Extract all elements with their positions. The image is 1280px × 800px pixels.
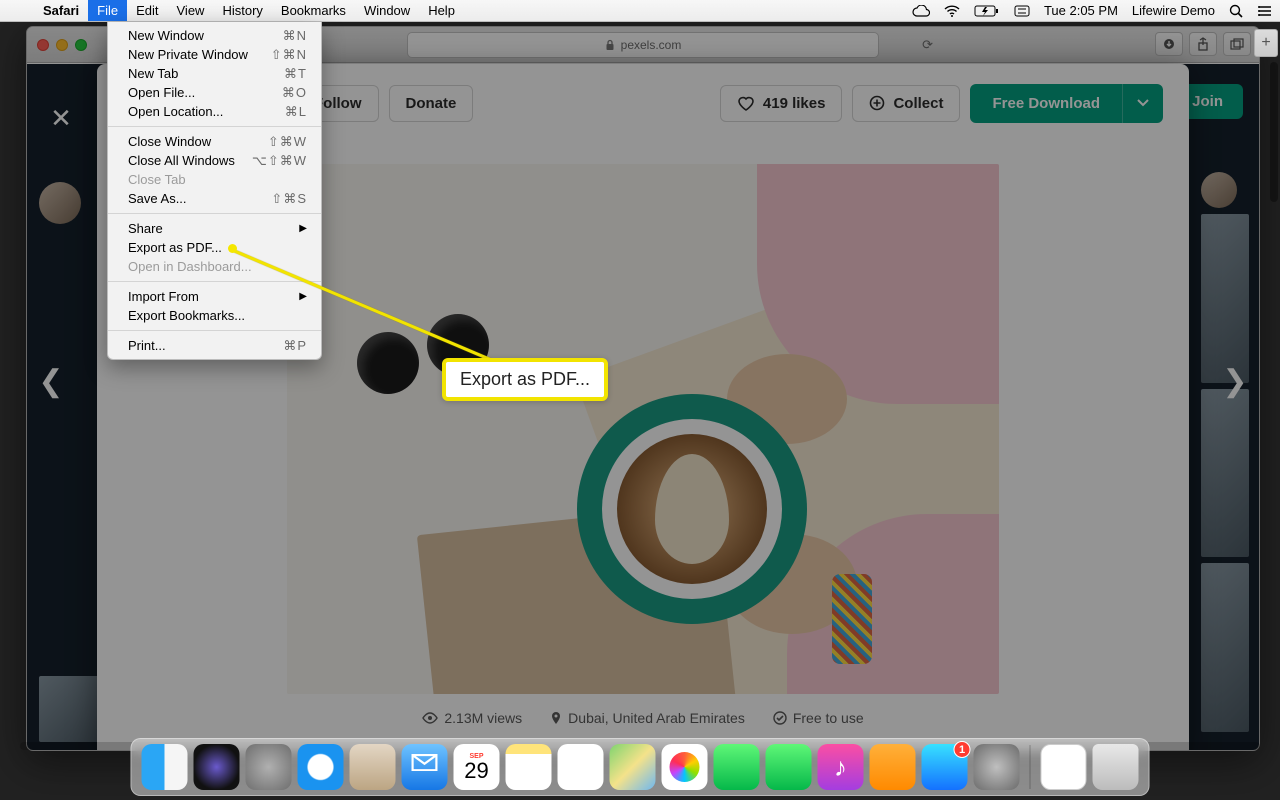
close-lightbox-button[interactable]: ✕ bbox=[43, 100, 79, 136]
menu-item-open-location[interactable]: Open Location...⌘L bbox=[108, 102, 321, 121]
notification-center-icon[interactable] bbox=[1250, 0, 1280, 21]
dock-calendar-icon[interactable]: SEP29 bbox=[454, 744, 500, 790]
list-item[interactable] bbox=[1201, 214, 1249, 383]
dock-launchpad-icon[interactable] bbox=[246, 744, 292, 790]
menu-bookmarks[interactable]: Bookmarks bbox=[272, 0, 355, 21]
list-item[interactable] bbox=[1201, 563, 1249, 732]
avatar[interactable] bbox=[1201, 172, 1237, 208]
menu-item-share[interactable]: Share▶ bbox=[108, 219, 321, 238]
submenu-arrow-icon: ▶ bbox=[299, 291, 307, 302]
dock-separator bbox=[1030, 745, 1031, 789]
vertical-scrollbar[interactable] bbox=[1270, 62, 1278, 202]
main-photo[interactable] bbox=[287, 164, 999, 694]
chevron-down-icon bbox=[1137, 99, 1149, 107]
new-tab-button[interactable]: + bbox=[1254, 29, 1278, 57]
download-options-button[interactable] bbox=[1122, 84, 1163, 123]
window-minimize-button[interactable] bbox=[56, 39, 68, 51]
dock-finder-icon[interactable] bbox=[142, 744, 188, 790]
window-close-button[interactable] bbox=[37, 39, 49, 51]
menu-view[interactable]: View bbox=[168, 0, 214, 21]
eye-icon bbox=[422, 712, 438, 724]
thumbnail-strip-left bbox=[39, 182, 101, 742]
macos-dock: SEP29 ♪ 1 bbox=[131, 738, 1150, 796]
annotation-anchor-dot bbox=[228, 244, 237, 253]
window-zoom-button[interactable] bbox=[75, 39, 87, 51]
dock-facetime-icon[interactable] bbox=[766, 744, 812, 790]
collect-button[interactable]: Collect bbox=[852, 85, 960, 122]
user-name[interactable]: Lifewire Demo bbox=[1125, 0, 1222, 21]
creative-cloud-icon[interactable] bbox=[905, 0, 937, 21]
thumbnail-strip-right bbox=[1201, 172, 1249, 732]
donate-button[interactable]: Donate bbox=[389, 85, 474, 122]
dock-appstore-icon[interactable]: 1 bbox=[922, 744, 968, 790]
photo-meta: 2.13M views Dubai, United Arab Emirates … bbox=[97, 710, 1189, 726]
menu-item-new-window[interactable]: New Window⌘N bbox=[108, 26, 321, 45]
lock-icon bbox=[605, 39, 615, 51]
menu-item-new-private-window[interactable]: New Private Window⇧⌘N bbox=[108, 45, 321, 64]
share-button[interactable] bbox=[1189, 32, 1217, 56]
dock-settings-icon[interactable] bbox=[974, 744, 1020, 790]
list-item[interactable] bbox=[39, 676, 101, 742]
list-item[interactable] bbox=[1201, 389, 1249, 558]
macos-menubar: Safari File Edit View History Bookmarks … bbox=[0, 0, 1280, 22]
dock-reminders-icon[interactable] bbox=[558, 744, 604, 790]
file-menu-dropdown: New Window⌘NNew Private Window⇧⌘NNew Tab… bbox=[107, 22, 322, 360]
likes-button[interactable]: 419 likes bbox=[720, 85, 843, 122]
submenu-arrow-icon: ▶ bbox=[299, 223, 307, 234]
dock-books-icon[interactable] bbox=[870, 744, 916, 790]
reload-button[interactable]: ⟳ bbox=[922, 37, 933, 53]
location-text: Dubai, United Arab Emirates bbox=[568, 710, 745, 726]
menu-item-save-as[interactable]: Save As...⇧⌘S bbox=[108, 189, 321, 208]
dock-trash-icon[interactable] bbox=[1093, 744, 1139, 790]
menu-file[interactable]: File bbox=[88, 0, 127, 21]
spotlight-icon[interactable] bbox=[1222, 0, 1250, 21]
menu-history[interactable]: History bbox=[213, 0, 271, 21]
check-circle-icon bbox=[773, 711, 787, 725]
dock-mail-icon[interactable] bbox=[402, 744, 448, 790]
dock-siri-icon[interactable] bbox=[194, 744, 240, 790]
dock-notes-icon[interactable] bbox=[506, 744, 552, 790]
menu-window[interactable]: Window bbox=[355, 0, 419, 21]
menu-help[interactable]: Help bbox=[419, 0, 464, 21]
tabs-button[interactable] bbox=[1223, 32, 1251, 56]
dock-maps-icon[interactable] bbox=[610, 744, 656, 790]
location-icon bbox=[550, 711, 562, 725]
annotation-callout: Export as PDF... bbox=[442, 358, 608, 401]
wifi-icon[interactable] bbox=[937, 0, 967, 21]
prev-photo-button[interactable]: ❮ bbox=[31, 364, 71, 399]
clock[interactable]: Tue 2:05 PM bbox=[1037, 0, 1125, 21]
heart-icon bbox=[737, 95, 755, 111]
free-download-button[interactable]: Free Download bbox=[970, 84, 1163, 123]
menu-item-close-window[interactable]: Close Window⇧⌘W bbox=[108, 132, 321, 151]
control-center-icon[interactable] bbox=[1007, 0, 1037, 21]
menu-item-close-tab: Close Tab bbox=[108, 170, 321, 189]
views-text: 2.13M views bbox=[444, 710, 522, 726]
battery-icon[interactable] bbox=[967, 0, 1007, 21]
address-bar[interactable]: pexels.com bbox=[407, 32, 879, 58]
plus-circle-icon bbox=[869, 95, 885, 111]
appstore-badge: 1 bbox=[954, 741, 971, 758]
menu-edit[interactable]: Edit bbox=[127, 0, 167, 21]
dock-contacts-icon[interactable] bbox=[350, 744, 396, 790]
menu-item-open-file[interactable]: Open File...⌘O bbox=[108, 83, 321, 102]
menu-item-import-from[interactable]: Import From▶ bbox=[108, 287, 321, 306]
menu-item-export-bookmarks[interactable]: Export Bookmarks... bbox=[108, 306, 321, 325]
dock-messages-icon[interactable] bbox=[714, 744, 760, 790]
menu-item-close-all-windows[interactable]: Close All Windows⌥⇧⌘W bbox=[108, 151, 321, 170]
license-text: Free to use bbox=[793, 710, 864, 726]
dock-safari-icon[interactable] bbox=[298, 744, 344, 790]
dock-photos-icon[interactable] bbox=[662, 744, 708, 790]
downloads-button[interactable] bbox=[1155, 32, 1183, 56]
menu-item-print[interactable]: Print...⌘P bbox=[108, 336, 321, 355]
dock-music-icon[interactable]: ♪ bbox=[818, 744, 864, 790]
menu-item-new-tab[interactable]: New Tab⌘T bbox=[108, 64, 321, 83]
next-photo-button[interactable]: ❯ bbox=[1215, 364, 1255, 399]
dock-preview-doc-icon[interactable] bbox=[1041, 744, 1087, 790]
app-name[interactable]: Safari bbox=[34, 3, 88, 18]
url-host: pexels.com bbox=[621, 38, 682, 52]
avatar[interactable] bbox=[39, 182, 81, 224]
menu-item-export-as-pdf[interactable]: Export as PDF... bbox=[108, 238, 321, 257]
